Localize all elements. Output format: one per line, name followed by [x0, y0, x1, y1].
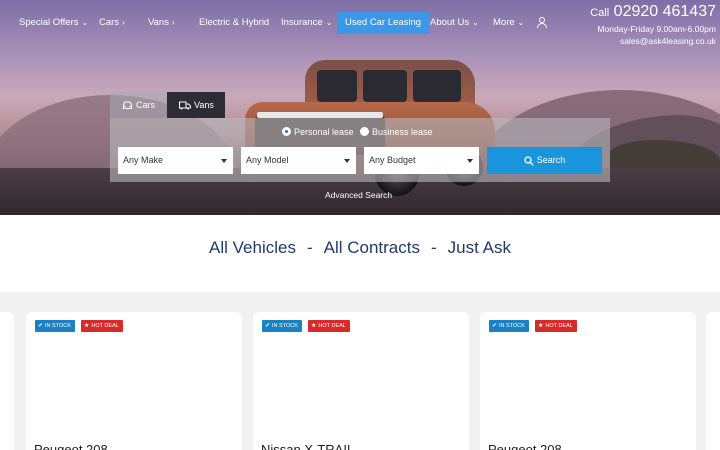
make-value: Any Make [123, 155, 164, 165]
star-icon: ★ [538, 323, 544, 329]
offer-card[interactable] [480, 312, 696, 450]
nav-more[interactable]: More ⌄ [493, 13, 524, 33]
search-button[interactable]: Search [487, 147, 602, 174]
offer-card-title[interactable]: Peugeot 208 [488, 442, 678, 450]
search-icon [524, 155, 534, 166]
tab-vans[interactable]: Vans [167, 92, 225, 118]
chevron-down-icon: ⌄ [517, 18, 525, 27]
badge-label: IN STOCK [272, 323, 298, 329]
nav-electric-hybrid[interactable]: Electric & Hybrid [199, 13, 269, 33]
nav-vans[interactable]: Vans › [148, 13, 175, 33]
main-nav: Special Offers ⌄ Cars › Vans › Electric & H… [0, 0, 720, 47]
van-icon [179, 101, 191, 110]
nav-about-us[interactable]: About Us ⌄ [430, 13, 479, 33]
tagline-contracts: All Contracts [323, 238, 420, 257]
radio-unselected-icon [360, 127, 369, 136]
nav-label: Used Car Leasing [345, 17, 422, 28]
chevron-right-icon: › [171, 18, 175, 27]
nav-label: Electric & Hybrid [199, 17, 270, 28]
radio-label: Personal lease [294, 127, 354, 137]
radio-selected-icon [282, 127, 291, 136]
business-lease-radio[interactable]: Business lease [360, 126, 433, 138]
hot-deal-badge: ★ HOT DEAL [308, 320, 350, 332]
badge-label: IN STOCK [45, 323, 71, 329]
budget-value: Any Budget [369, 155, 416, 165]
badge-label: IN STOCK [499, 323, 525, 329]
tagline: All Vehicles - All Contracts - Just Ask [0, 238, 720, 258]
nav-label: Vans [148, 17, 169, 28]
nav-label: Insurance [281, 17, 323, 28]
radio-label: Business lease [372, 127, 433, 137]
personal-lease-radio[interactable]: Personal lease [282, 126, 354, 138]
check-icon: ✔ [38, 323, 44, 329]
contact-info: Call 02920 461437 Monday-Friday 9.00am-6… [590, 2, 716, 47]
nav-cars[interactable]: Cars › [99, 13, 125, 33]
star-icon: ★ [84, 323, 90, 329]
nav-label: Cars [99, 17, 120, 28]
user-icon[interactable] [537, 17, 547, 28]
tab-cars[interactable]: Cars [110, 92, 167, 118]
offer-card-partial[interactable] [706, 312, 720, 450]
offer-card-title[interactable]: Nissan X-TRAIL [261, 442, 451, 450]
in-stock-badge: ✔ IN STOCK [262, 320, 302, 332]
email-link[interactable]: sales@ask4leasing.co.uk [590, 35, 716, 47]
nav-label: More [493, 17, 515, 28]
offer-card-title[interactable]: Peugeot 208 [34, 442, 224, 450]
check-icon: ✔ [492, 323, 498, 329]
dropdown-caret-icon [344, 159, 350, 163]
nav-special-offers[interactable]: Special Offers ⌄ [19, 13, 88, 33]
nav-label: Special Offers [19, 17, 79, 28]
chevron-down-icon: ⌄ [472, 18, 479, 27]
nav-label: About Us [430, 17, 470, 28]
nav-insurance[interactable]: Insurance ⌄ [281, 13, 332, 33]
chevron-down-icon: ⌄ [325, 18, 333, 27]
search-button-label: Search [536, 155, 566, 165]
hot-deal-badge: ★ HOT DEAL [535, 320, 577, 332]
dropdown-caret-icon [221, 159, 227, 163]
call-label: Call [590, 7, 610, 19]
budget-select[interactable]: Any Budget [364, 147, 479, 174]
tagline-vehicles: All Vehicles [209, 238, 296, 257]
phone-number[interactable]: 02920 461437 [614, 3, 716, 20]
dropdown-caret-icon [467, 159, 473, 163]
tab-label: Vans [194, 100, 214, 110]
star-icon: ★ [311, 323, 317, 329]
check-icon: ✔ [265, 323, 271, 329]
tab-label: Cars [136, 100, 156, 110]
opening-hours: Monday-Friday 9.00am-6.00pm [597, 24, 716, 34]
call-line: Call 02920 461437 [590, 2, 716, 23]
offer-card[interactable] [253, 312, 469, 450]
badge-label: HOT DEAL [318, 323, 346, 329]
model-select[interactable]: Any Model [241, 147, 356, 174]
hot-deal-badge: ★ HOT DEAL [81, 320, 123, 332]
make-select[interactable]: Any Make [118, 147, 233, 174]
badge-label: HOT DEAL [545, 323, 573, 329]
model-value: Any Model [246, 155, 289, 165]
in-stock-badge: ✔ IN STOCK [489, 320, 529, 332]
tagline-separator: - [431, 238, 437, 257]
offer-card-partial[interactable] [0, 312, 14, 450]
chevron-right-icon: › [122, 18, 125, 27]
offer-card[interactable] [26, 312, 242, 450]
tagline-ask: Just Ask [447, 238, 511, 257]
badge-label: HOT DEAL [91, 323, 119, 329]
advanced-search-link[interactable]: Advanced Search [325, 190, 392, 200]
tagline-separator: - [306, 238, 313, 257]
car-icon [123, 101, 132, 110]
in-stock-badge: ✔ IN STOCK [35, 320, 75, 332]
chevron-down-icon: ⌄ [81, 18, 89, 27]
nav-used-car-leasing[interactable]: Used Car Leasing [337, 12, 430, 34]
